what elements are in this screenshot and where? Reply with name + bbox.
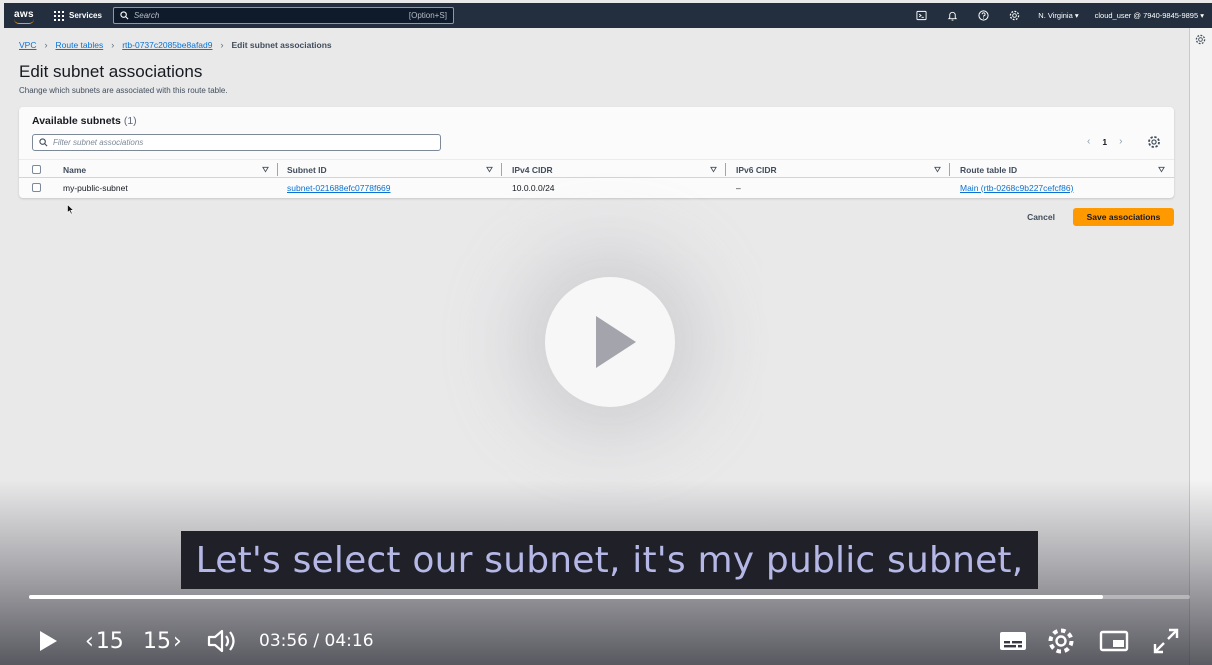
account-label: cloud_user @ 7940-9845-9895 (1094, 11, 1199, 20)
video-controls: ‹ 15 15 › 03:56 / 04:16 (0, 620, 1212, 662)
table-preferences-icon[interactable] (1147, 135, 1161, 149)
sort-icon[interactable] (486, 166, 493, 173)
page-number[interactable]: 1 (1102, 137, 1107, 147)
next-page-icon[interactable]: › (1119, 136, 1122, 147)
fullscreen-button[interactable] (1152, 620, 1180, 662)
captions-icon (1000, 632, 1026, 650)
skip-back-button[interactable]: ‹ 15 (85, 620, 124, 662)
global-search-input[interactable]: Search [Option+S] (112, 7, 454, 24)
select-all-checkbox[interactable] (32, 165, 41, 174)
grid-icon (54, 10, 64, 21)
subnet-name: my-public-subnet (63, 182, 128, 193)
big-play-button[interactable] (545, 277, 675, 407)
table-header: Name Subnet ID IPv4 CIDR IPv6 CIDR Route… (19, 159, 1174, 178)
aws-logo-text: aws (14, 8, 34, 20)
column-header-route-table-id[interactable]: Route table ID (960, 160, 1017, 179)
pagination: ‹ 1 › (1087, 136, 1122, 147)
cancel-button[interactable]: Cancel (1018, 208, 1064, 225)
row-checkbox[interactable] (32, 183, 41, 192)
previous-page-icon[interactable]: ‹ (1087, 136, 1090, 147)
current-time: 03:56 (259, 631, 308, 651)
picture-in-picture-button[interactable] (1099, 620, 1129, 662)
sort-icon[interactable] (934, 166, 941, 173)
play-icon (40, 631, 57, 651)
settings-button[interactable] (1046, 620, 1076, 662)
video-progress-fill (29, 595, 1103, 599)
panel-title: Available subnets (1) (32, 115, 137, 127)
notifications-icon[interactable] (937, 3, 968, 28)
top-navigation: aws Services Search [Option+S] N. Virgin… (4, 3, 1212, 28)
panel-title-text: Available subnets (32, 115, 121, 127)
save-associations-button[interactable]: Save associations (1073, 208, 1174, 226)
sort-icon[interactable] (710, 166, 717, 173)
chevron-right-icon: › (220, 40, 224, 50)
search-icon (120, 11, 129, 20)
subnet-id-link[interactable]: subnet-021688efc0778f669 (287, 183, 391, 193)
play-button[interactable] (37, 620, 59, 662)
breadcrumb-current: Edit subnet associations (231, 40, 332, 50)
skip-back-label: 15 (95, 628, 124, 654)
route-table-link[interactable]: Main (rtb-0268c9b227cefcf86) (960, 183, 1073, 193)
panel-count: (1) (123, 115, 137, 127)
sort-icon[interactable] (262, 166, 269, 173)
mouse-cursor-icon (67, 204, 75, 215)
breadcrumb-route-table-id[interactable]: rtb-0737c2085be8afad9 (122, 40, 212, 50)
volume-icon (207, 629, 235, 653)
column-header-ipv4-cidr[interactable]: IPv4 CIDR (512, 160, 553, 179)
column-header-name[interactable]: Name (63, 160, 86, 179)
region-label: N. Virginia (1038, 11, 1073, 20)
search-shortcut-hint: [Option+S] (408, 11, 447, 20)
column-header-ipv6-cidr[interactable]: IPv6 CIDR (736, 160, 777, 179)
video-progress-bar[interactable] (29, 595, 1190, 599)
ipv6-cidr: – (736, 182, 741, 193)
cloudshell-icon[interactable] (906, 3, 937, 28)
services-menu-button[interactable]: Services (54, 10, 102, 21)
play-icon (596, 316, 636, 368)
account-menu[interactable]: cloud_user @ 7940-9845-9895 ▾ (1087, 11, 1212, 20)
chevron-left-icon: ‹ (85, 628, 94, 654)
table-row[interactable]: my-public-subnet subnet-021688efc0778f66… (19, 178, 1174, 197)
breadcrumb: VPC › Route tables › rtb-0737c2085be8afa… (19, 40, 332, 50)
column-header-subnet-id[interactable]: Subnet ID (287, 160, 327, 179)
chevron-right-icon: › (173, 628, 182, 654)
settings-icon[interactable] (999, 3, 1030, 28)
aws-logo[interactable]: aws (12, 7, 38, 25)
region-selector[interactable]: N. Virginia ▾ (1030, 11, 1086, 20)
captions-button[interactable] (998, 620, 1028, 662)
page-title: Edit subnet associations (19, 62, 203, 81)
breadcrumb-route-tables[interactable]: Route tables (55, 40, 103, 50)
duration: 04:16 (324, 631, 374, 651)
help-icon[interactable] (968, 3, 999, 28)
volume-button[interactable] (206, 620, 238, 662)
available-subnets-panel: Available subnets (1) Filter subnet asso… (19, 107, 1174, 198)
fullscreen-icon (1153, 628, 1179, 654)
services-label: Services (69, 11, 102, 20)
search-placeholder: Search (133, 11, 160, 20)
skip-forward-button[interactable]: 15 › (143, 620, 182, 662)
page-description: Change which subnets are associated with… (19, 86, 228, 95)
skip-forward-label: 15 (143, 628, 171, 654)
picture-in-picture-icon (1099, 630, 1129, 652)
sort-icon[interactable] (1158, 166, 1165, 173)
video-caption: Let's select our subnet, it's my public … (181, 531, 1038, 589)
filter-placeholder: Filter subnet associations (53, 138, 144, 147)
settings-icon (1048, 628, 1074, 654)
time-display: 03:56 / 04:16 (259, 620, 374, 662)
search-icon (39, 138, 48, 147)
settings-icon[interactable] (1195, 34, 1206, 45)
time-separator: / (308, 631, 325, 651)
chevron-right-icon: › (111, 40, 115, 50)
ipv4-cidr: 10.0.0.0/24 (512, 182, 555, 193)
chevron-right-icon: › (44, 40, 48, 50)
filter-subnets-input[interactable]: Filter subnet associations (32, 134, 441, 151)
breadcrumb-vpc[interactable]: VPC (19, 40, 36, 50)
